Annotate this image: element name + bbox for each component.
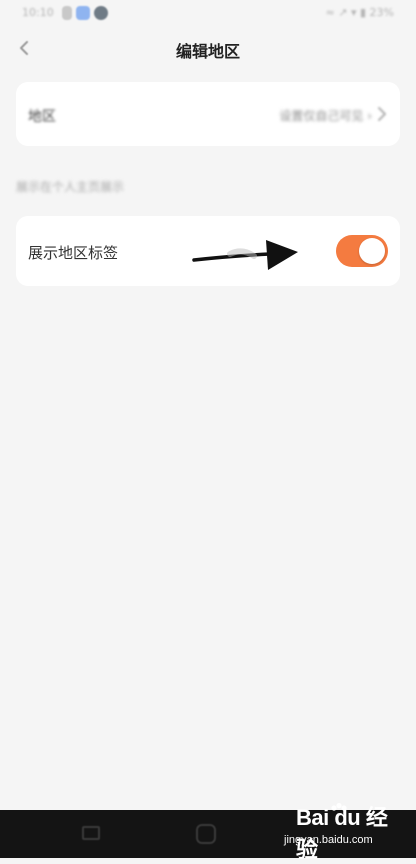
- status-indicators: ≈ ↗ ▾ ▮ 23%: [325, 6, 394, 19]
- page-title: 编辑地区: [175, 42, 240, 61]
- status-bar: 10:10 ≈ ↗ ▾ ▮ 23%: [0, 0, 416, 28]
- nav-bar: 编辑地区: [0, 28, 416, 72]
- paw-logo-icon: [331, 803, 347, 811]
- region-label: 地区: [28, 109, 56, 125]
- home-square-icon[interactable]: [196, 824, 216, 844]
- show-region-tag-label: 展示地区标签: [28, 244, 119, 262]
- toggle-knob: [359, 238, 385, 264]
- baidu-jingyan-watermark: Bai du 经验 jingyan.baidu.com: [284, 800, 404, 862]
- status-app-icons: [62, 6, 108, 20]
- app-avatar-icon: [94, 6, 108, 20]
- section-hint: 展示在个人主页展示: [16, 180, 125, 194]
- annotation-arrow-icon: [192, 240, 298, 270]
- watermark-url: jingyan.baidu.com: [284, 834, 373, 846]
- app-notification-icon: [76, 6, 90, 20]
- watermark-brand: Bai du 经验: [296, 805, 388, 862]
- menu-square-icon[interactable]: [82, 826, 100, 840]
- region-value: 设置仅自己可见 ›: [279, 109, 372, 123]
- status-time: 10:10: [22, 6, 54, 19]
- show-region-tag-toggle[interactable]: [336, 235, 388, 267]
- region-row[interactable]: 地区 设置仅自己可见 ›: [16, 82, 400, 146]
- chevron-right-icon: [376, 106, 388, 122]
- notification-icon: [62, 6, 72, 20]
